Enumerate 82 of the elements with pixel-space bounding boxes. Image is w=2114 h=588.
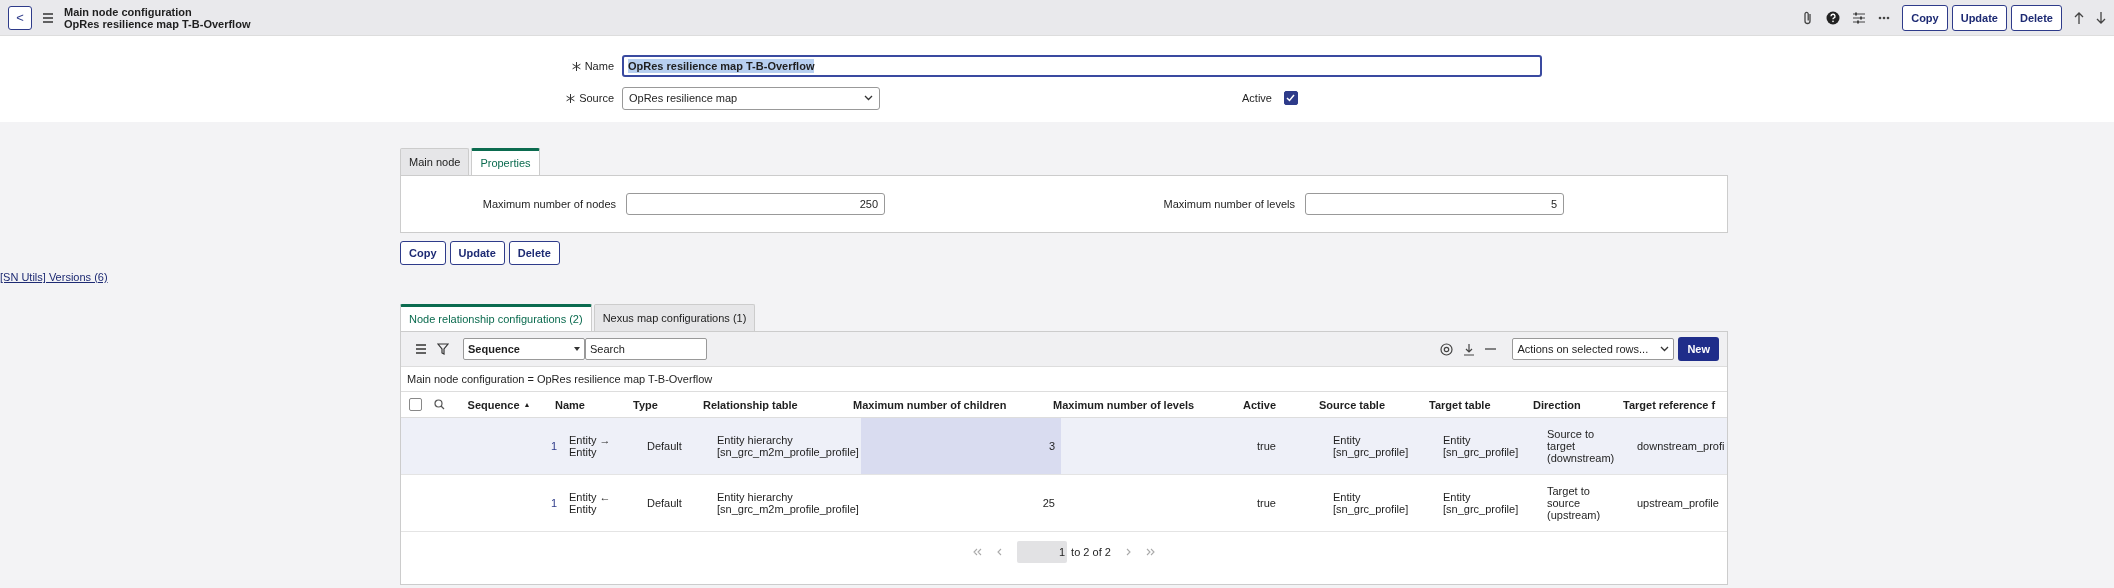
related-list-tab[interactable]: Nexus map configurations (1) [593, 304, 756, 331]
column-header[interactable]: Target reference f [1623, 398, 1716, 411]
page-field[interactable]: 1 [1017, 541, 1068, 563]
source-select[interactable]: OpRes resilience map [622, 86, 880, 110]
table-cell-text: Target to source (upstream) [1547, 485, 1602, 521]
section-tab[interactable]: Properties [471, 148, 540, 175]
column-header[interactable]: Sequence [467, 398, 520, 411]
active-label: Active [1242, 92, 1272, 104]
form-button[interactable]: Delete [508, 241, 560, 265]
minus-icon[interactable] [1485, 348, 1497, 350]
actions-select[interactable]: Actions on selected rows... [1512, 338, 1675, 360]
caret-icon [1660, 346, 1670, 352]
back-button[interactable]: < [8, 5, 32, 30]
active-checkbox[interactable] [1283, 91, 1298, 105]
column-header[interactable]: Target table [1429, 398, 1491, 411]
filter-icon[interactable] [437, 343, 449, 355]
table-cell-text: Entity [sn_grc_profile] [1443, 491, 1520, 515]
caret-icon [864, 95, 873, 101]
new-button[interactable]: New [1678, 337, 1719, 361]
column-header[interactable]: Type [633, 398, 658, 411]
table-cell: downstream_profi [1637, 440, 1725, 452]
table-cell: Default [647, 440, 682, 452]
breadcrumb: Main node configuration = OpRes resilience map T-B-Overflow [406, 372, 714, 387]
record-title: OpRes resilience map T-B-Overflow [64, 17, 251, 30]
related-list-tab[interactable]: Node relationship configurations (2) [400, 304, 592, 331]
column-header[interactable]: Relationship table [703, 398, 798, 411]
table-cell-text: Entity ← Entity [569, 491, 612, 515]
levels-label: Maximum number of levels [1162, 198, 1296, 210]
nodes-field[interactable]: 250 [626, 193, 885, 215]
page-range: to 2 of 2 [1071, 546, 1111, 558]
column-header[interactable]: Name [555, 398, 585, 411]
table-cell[interactable]: 1 [550, 497, 557, 509]
header-button[interactable]: Update [1951, 4, 2007, 31]
header-button[interactable]: Copy [1902, 4, 1948, 31]
source-label: Source [0, 92, 622, 104]
sliders-icon[interactable] [1852, 11, 1867, 24]
table-cell: upstream_profile [1637, 497, 1719, 509]
down-arrow-icon[interactable] [2096, 10, 2106, 25]
download-icon[interactable] [1463, 342, 1476, 356]
table-cell-text: Entity → Entity [569, 434, 612, 458]
form-button[interactable]: Copy [400, 241, 446, 265]
column-header[interactable]: Source table [1319, 398, 1386, 411]
field-select[interactable]: Sequence [463, 338, 585, 360]
table-cell-text: Source to target (downstream) [1547, 428, 1616, 464]
table-cell-text: Entity [sn_grc_profile] [1333, 434, 1410, 458]
search-icon[interactable] [434, 399, 445, 410]
form-button[interactable]: Update [449, 241, 505, 265]
name-label: Name [0, 60, 622, 72]
table-cell-text: Entity [sn_grc_profile] [1333, 491, 1410, 515]
column-header[interactable]: Direction [1533, 398, 1581, 411]
up-arrow-icon[interactable] [2074, 10, 2084, 25]
table-cell: 3 [1048, 440, 1055, 452]
form-title: Main node configuration [64, 5, 193, 18]
table-cell-text: Entity [sn_grc_profile] [1443, 434, 1520, 458]
table-cell: 25 [1042, 497, 1055, 509]
table-cell: Entity hierarchy [sn_grc_m2m_profile_profile] [717, 491, 859, 515]
required-icon [566, 93, 576, 103]
column-header[interactable]: Active [1243, 398, 1277, 411]
table-cell: Default [647, 497, 682, 509]
required-icon [571, 61, 581, 71]
menu-icon[interactable] [42, 12, 54, 23]
column-header[interactable]: Maximum number of children [853, 398, 1007, 411]
table-cell[interactable]: 1 [550, 440, 557, 452]
table-cell: true [1257, 497, 1276, 509]
more-icon[interactable] [1878, 15, 1891, 20]
nodes-label: Maximum number of nodes [481, 198, 617, 210]
select-all-checkbox[interactable] [409, 398, 422, 411]
column-header[interactable]: Maximum number of levels [1053, 398, 1195, 411]
caret-icon [574, 347, 580, 351]
table-cell: true [1257, 440, 1276, 452]
help-icon[interactable] [1826, 10, 1841, 25]
search-field[interactable]: Search [585, 338, 707, 360]
levels-field[interactable]: 5 [1305, 193, 1564, 215]
table-cell: Entity hierarchy [sn_grc_m2m_profile_profile] [717, 434, 859, 458]
header-button[interactable]: Delete [2010, 4, 2062, 31]
section-tab[interactable]: Main node [400, 148, 470, 175]
menu-icon[interactable] [415, 344, 427, 354]
gear-icon[interactable] [1440, 342, 1454, 356]
table-row[interactable]: 1 Entity ← Entity Default Entity hierarchy [sn_grc_m2m_profile_profile] 25 true Entity [sn_grc_profile] Entity [sn_grc_profile] Target to source (upstream) upstream_profile [401, 475, 1727, 532]
name-field[interactable]: OpRes resilience map T-B-Overflow [622, 55, 1542, 77]
table-row[interactable]: 1 Entity → Entity Default Entity hierarchy [sn_grc_m2m_profile_profile] 3 true Entity [sn_grc_profile] Entity [sn_grc_profile] Source to target (downstream) downstream_profi [401, 418, 1727, 475]
versions-link[interactable]: [SN Utils] Versions (6) [0, 271, 108, 283]
